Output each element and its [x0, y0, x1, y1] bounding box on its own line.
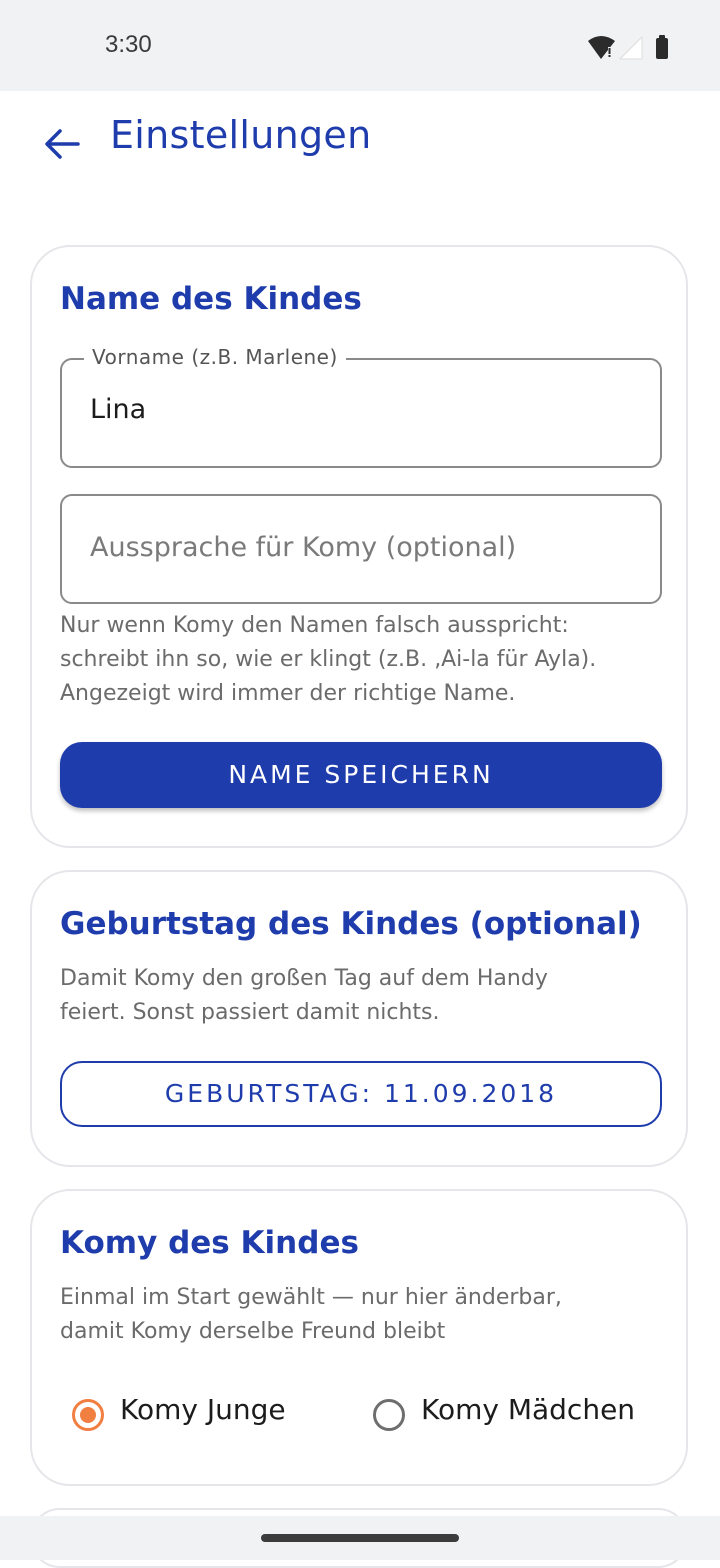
birthday-card: Geburtstag des Kindes (optional) Damit K… — [30, 870, 688, 1167]
radio-unselected-icon[interactable] — [373, 1399, 405, 1431]
first-name-value: Lina — [90, 394, 147, 425]
desc-line: damit Komy derselbe Freund bleibt — [60, 1319, 446, 1344]
help-line: schreibt ihn so, wie er klingt (z.B. ‚Ai… — [60, 647, 597, 672]
radio-selected-icon[interactable] — [72, 1399, 104, 1431]
pronunciation-help-text: Nur wenn Komy den Namen falsch aussprich… — [60, 609, 596, 711]
birthday-description: Damit Komy den großen Tag auf dem Handy … — [60, 962, 548, 1030]
komy-description: Einmal im Start gewählt — nur hier änder… — [60, 1281, 562, 1349]
name-card-title: Name des Kindes — [60, 281, 362, 317]
wifi-icon — [588, 36, 615, 59]
signal-icon — [618, 35, 643, 60]
desc-line: feiert. Sonst passiert damit nichts. — [60, 1000, 440, 1025]
app-bar: Einstellungen — [0, 91, 720, 201]
pronunciation-field[interactable]: Aussprache für Komy (optional) — [60, 494, 662, 604]
save-name-button[interactable]: NAME SPEICHERN — [60, 742, 662, 808]
page-title: Einstellungen — [110, 113, 372, 157]
komy-card: Komy des Kindes Einmal im Start gewählt … — [30, 1189, 688, 1486]
radio-komy-maedchen[interactable]: Komy Mädchen — [373, 1393, 663, 1443]
komy-card-title: Komy des Kindes — [60, 1225, 359, 1261]
help-line: Nur wenn Komy den Namen falsch aussprich… — [60, 613, 569, 638]
first-name-field[interactable]: Vorname (z.B. Marlene) Lina — [60, 345, 662, 468]
desc-line: Damit Komy den großen Tag auf dem Handy — [60, 966, 548, 991]
radio-label-komy-junge: Komy Junge — [120, 1393, 286, 1426]
help-line: Angezeigt wird immer der richtige Name. — [60, 681, 516, 706]
birthday-card-title: Geburtstag des Kindes (optional) — [60, 906, 642, 942]
birthday-button[interactable]: GEBURTSTAG: 11.09.2018 — [60, 1061, 662, 1127]
battery-icon — [656, 35, 668, 59]
arrow-back-icon[interactable] — [40, 121, 86, 167]
desc-line: Einmal im Start gewählt — nur hier änder… — [60, 1285, 562, 1310]
name-card: Name des Kindes Vorname (z.B. Marlene) L… — [30, 245, 688, 848]
navigation-bar — [0, 1516, 720, 1560]
home-gesture-handle[interactable] — [261, 1534, 459, 1542]
status-icons — [586, 33, 676, 63]
radio-komy-junge[interactable]: Komy Junge — [72, 1393, 332, 1443]
radio-label-komy-maedchen: Komy Mädchen — [421, 1393, 636, 1426]
status-bar: 3:30 — [0, 0, 720, 91]
first-name-field-label: Vorname (z.B. Marlene) — [84, 345, 346, 369]
pronunciation-placeholder: Aussprache für Komy (optional) — [90, 532, 517, 563]
status-time: 3:30 — [105, 31, 152, 58]
